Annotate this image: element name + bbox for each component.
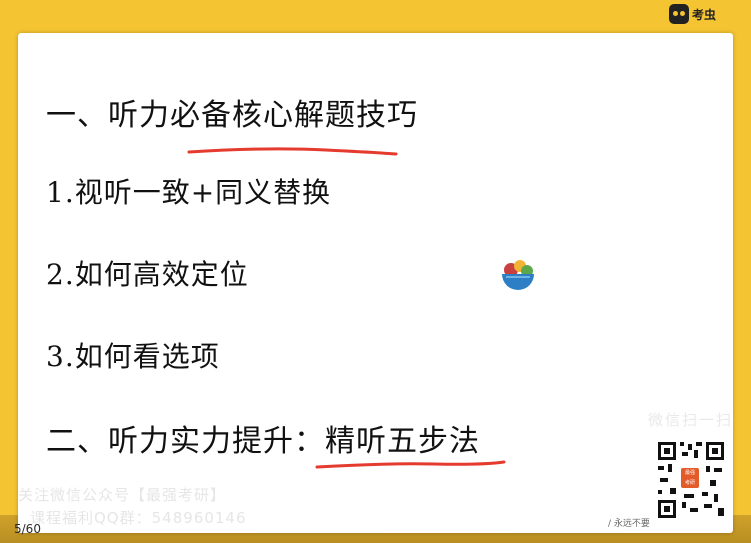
page-indicator: 5/60 (14, 522, 41, 536)
qr-caption: 微信扫一扫 (648, 411, 734, 429)
section-heading-2: 二、听力实力提升：精听五步法 (46, 424, 480, 459)
app-logo: 考虫 (669, 4, 716, 24)
section-heading-1: 一、听力必备核心解题技巧 (46, 98, 418, 133)
list-item-3: 3.如何看选项 (46, 340, 220, 373)
slide-slogan: / 永远不要 (608, 519, 650, 529)
underline-heading-1 (187, 147, 398, 156)
qr-code: 最强 考研 (654, 438, 728, 522)
kaochong-logo-icon (669, 4, 689, 24)
logo-text: 考虫 (692, 7, 717, 22)
list-item-2: 2.如何高效定位 (46, 258, 249, 291)
bowl-sticker-icon (502, 260, 534, 290)
slide-canvas: 一、听力必备核心解题技巧 1.视听一致+同义替换 2.如何高效定位 3.如何看选… (18, 33, 733, 533)
watermark-wechat: 关注微信公众号【最强考研】 (18, 486, 227, 504)
list-item-1: 1.视听一致+同义替换 (46, 176, 332, 209)
underline-heading-2 (315, 460, 506, 469)
qr-logo-badge: 最强 考研 (681, 468, 699, 488)
watermark-qq-group: 课程福利QQ群：548960146 (30, 509, 247, 527)
